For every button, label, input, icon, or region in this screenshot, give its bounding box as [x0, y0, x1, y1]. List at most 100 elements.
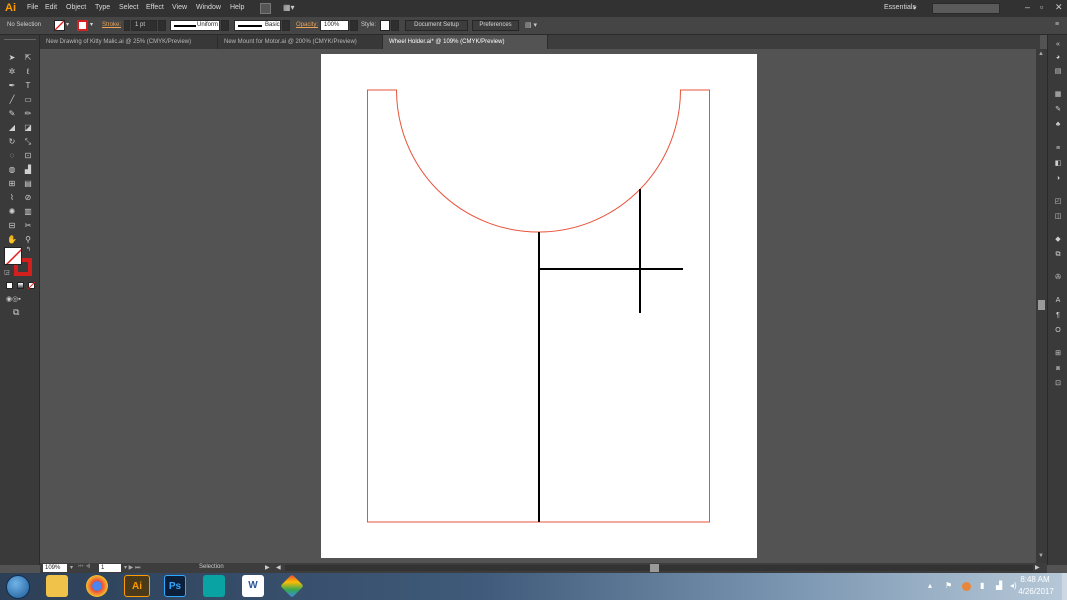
- stroke-panel-icon[interactable]: ≡: [1052, 144, 1064, 154]
- tray-app-icon[interactable]: [962, 582, 971, 591]
- eyedropper-icon[interactable]: ⌇: [6, 192, 18, 204]
- clock-date[interactable]: 4/26/2017: [1014, 587, 1058, 596]
- lasso-icon[interactable]: ℓ: [22, 66, 34, 78]
- scroll-left-icon[interactable]: ◀: [276, 564, 281, 571]
- maya-taskbar-icon[interactable]: [203, 575, 225, 597]
- control-menu-icon[interactable]: ≡: [1055, 21, 1059, 28]
- brushes-panel-icon[interactable]: ✎: [1052, 105, 1064, 115]
- opacity-dropdown[interactable]: [350, 20, 358, 31]
- color-mode-icon[interactable]: [6, 282, 13, 289]
- pencil-icon[interactable]: ✏: [22, 108, 34, 120]
- navigator-panel-icon[interactable]: ✇: [1052, 273, 1064, 283]
- color-panel-icon[interactable]: ◕: [1052, 53, 1064, 63]
- type-tool-icon[interactable]: T: [22, 80, 34, 92]
- vertical-scroll-thumb[interactable]: [1038, 300, 1045, 310]
- illustrator-taskbar-icon[interactable]: Ai: [124, 575, 150, 597]
- zoom-field[interactable]: 109%: [43, 564, 67, 572]
- gradient-mode-icon[interactable]: [17, 282, 24, 289]
- minimize-icon[interactable]: –: [1025, 2, 1030, 12]
- opacity-field[interactable]: 100%: [320, 20, 349, 31]
- network-icon[interactable]: ▟: [996, 581, 1002, 590]
- arrange-documents-icon[interactable]: ▦▾: [283, 3, 297, 14]
- swatches-panel-icon[interactable]: ▦: [1052, 90, 1064, 100]
- search-input[interactable]: [932, 3, 1000, 14]
- pathfinder-panel-icon[interactable]: ⧈: [1052, 364, 1064, 374]
- warp-tool-icon[interactable]: ◌: [6, 150, 18, 162]
- perspective-grid-icon[interactable]: ▟: [22, 164, 34, 176]
- character-panel-icon[interactable]: A: [1052, 296, 1064, 306]
- action-center-icon[interactable]: ⚑: [945, 581, 952, 590]
- maps-taskbar-icon[interactable]: [280, 574, 304, 598]
- stroke-stepper[interactable]: [124, 20, 130, 31]
- artboard-number-field[interactable]: 1: [99, 564, 121, 572]
- clock-time[interactable]: 8:48 AM: [1018, 575, 1052, 584]
- fill-color-box[interactable]: [4, 247, 22, 265]
- chevron-down-icon[interactable]: ▾: [90, 21, 93, 28]
- tab-kitty-malic[interactable]: New Drawing of Kitty Malic.ai @ 25% (CMY…: [40, 35, 218, 49]
- brush-definition[interactable]: Basic: [234, 20, 281, 31]
- rotate-tool-icon[interactable]: ↻: [6, 136, 18, 148]
- chevron-down-icon[interactable]: ▾: [913, 4, 917, 12]
- menu-type[interactable]: Type: [95, 4, 110, 11]
- opentype-panel-icon[interactable]: O: [1052, 326, 1064, 336]
- show-desktop-button[interactable]: [1062, 573, 1067, 600]
- draw-mode-icon[interactable]: ◉◎▪: [6, 295, 21, 303]
- gradient-tool-icon[interactable]: ▤: [22, 178, 34, 190]
- symbols-panel-icon[interactable]: ♣: [1052, 120, 1064, 130]
- horizontal-scroll-thumb[interactable]: [650, 564, 659, 572]
- color-guide-icon[interactable]: ▤: [1052, 67, 1064, 77]
- menu-select[interactable]: Select: [119, 4, 138, 11]
- swap-colors-icon[interactable]: ↰: [26, 246, 31, 253]
- tab-wheel-holder[interactable]: Wheel Holder.ai* @ 109% (CMYK/Preview): [383, 35, 548, 49]
- transparency-panel-icon[interactable]: ◑: [1052, 174, 1064, 184]
- scroll-right-icon[interactable]: ▶: [1035, 564, 1040, 571]
- stroke-dropdown[interactable]: [158, 20, 166, 31]
- menu-view[interactable]: View: [172, 4, 187, 11]
- align-panel-icon[interactable]: ⊞: [1052, 349, 1064, 359]
- first-artboard-icon[interactable]: ⏮ ◀: [78, 564, 90, 571]
- brush-dropdown[interactable]: [282, 20, 290, 31]
- explorer-taskbar-icon[interactable]: [46, 575, 68, 597]
- shape-builder-icon[interactable]: ◍: [6, 164, 18, 176]
- default-colors-icon[interactable]: ◲: [4, 269, 10, 276]
- stroke-weight-field[interactable]: 1 pt: [131, 20, 157, 31]
- artboard-tool-icon[interactable]: ⊟: [6, 220, 18, 232]
- eraser-icon[interactable]: ◪: [22, 122, 34, 134]
- close-icon[interactable]: ✕: [1055, 2, 1063, 13]
- power-icon[interactable]: ▮: [980, 581, 984, 590]
- fill-swatch[interactable]: [54, 20, 65, 31]
- artboard[interactable]: [321, 54, 757, 558]
- show-hidden-icons[interactable]: ▴: [928, 581, 932, 590]
- free-transform-icon[interactable]: ⊡: [22, 150, 34, 162]
- hand-tool-icon[interactable]: ✋: [6, 234, 18, 246]
- symbol-sprayer-icon[interactable]: ✺: [6, 206, 18, 218]
- workspace-switcher[interactable]: Essentials: [884, 4, 916, 11]
- magic-wand-icon[interactable]: ✲: [6, 66, 18, 78]
- menu-object[interactable]: Object: [66, 4, 86, 11]
- photoshop-taskbar-icon[interactable]: Ps: [164, 575, 186, 597]
- menu-help[interactable]: Help: [230, 4, 244, 11]
- paragraph-panel-icon[interactable]: ¶: [1052, 311, 1064, 321]
- slice-tool-icon[interactable]: ✂: [22, 220, 34, 232]
- menu-edit[interactable]: Edit: [45, 4, 57, 11]
- zoom-tool-icon[interactable]: ⚲: [22, 234, 34, 246]
- menu-window[interactable]: Window: [196, 4, 221, 11]
- layers-panel-icon[interactable]: ◆: [1052, 235, 1064, 245]
- document-setup-button[interactable]: Document Setup: [405, 20, 468, 31]
- restore-icon[interactable]: ▫: [1040, 2, 1043, 12]
- blend-tool-icon[interactable]: ⊘: [22, 192, 34, 204]
- tab-motor-mount[interactable]: New Mount for Motor.ai @ 200% (CMYK/Prev…: [218, 35, 383, 49]
- menu-file[interactable]: File: [27, 4, 38, 11]
- menu-effect[interactable]: Effect: [146, 4, 164, 11]
- column-graph-icon[interactable]: ▥: [22, 206, 34, 218]
- horizontal-scrollbar[interactable]: [285, 565, 1033, 571]
- collapse-panels-icon[interactable]: «: [1052, 40, 1064, 50]
- none-mode-icon[interactable]: [28, 282, 35, 289]
- word-taskbar-icon[interactable]: W: [242, 575, 264, 597]
- pen-tool-icon[interactable]: ✒: [6, 80, 18, 92]
- stroke-label[interactable]: Stroke:: [102, 22, 121, 28]
- stroke-swatch[interactable]: [77, 20, 88, 31]
- graphic-styles-icon[interactable]: ◫: [1052, 212, 1064, 222]
- profile-dropdown[interactable]: [221, 20, 229, 31]
- rectangle-tool-icon[interactable]: ▭: [22, 94, 34, 106]
